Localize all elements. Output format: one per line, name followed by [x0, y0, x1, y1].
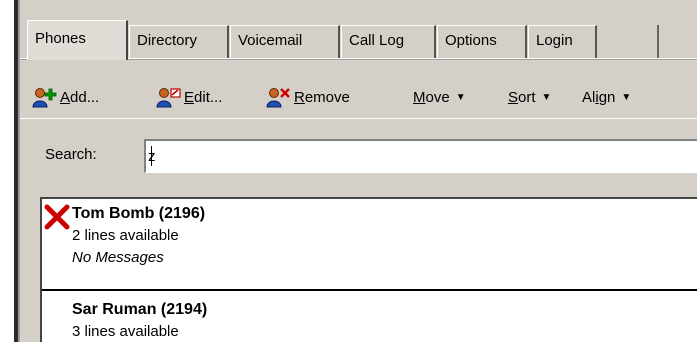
tab-label: Login — [536, 32, 573, 49]
add-label: Add... — [60, 89, 100, 106]
add-button[interactable]: Add... — [32, 87, 99, 109]
search-label: Search: — [45, 146, 97, 163]
chevron-down-icon: ▼ — [541, 92, 552, 103]
text-caret — [151, 146, 152, 166]
chevron-down-icon: ▼ — [455, 92, 466, 103]
unavailable-x-icon — [44, 204, 70, 230]
remove-button[interactable]: Remove — [266, 87, 350, 109]
tab-label: Phones — [35, 30, 86, 47]
chevron-down-icon: ▼ — [621, 92, 632, 103]
edit-label: Edit... — [184, 89, 223, 106]
contact-lines: 2 lines available — [72, 227, 179, 244]
align-menu[interactable]: Align ▼ — [582, 87, 631, 109]
toolbar-divider — [20, 118, 697, 119]
search-input[interactable] — [144, 139, 697, 173]
user-edit-icon — [156, 88, 181, 108]
tab-voicemail[interactable]: Voicemail — [230, 25, 340, 58]
tab-phones[interactable]: Phones — [27, 20, 128, 60]
contact-lines: 3 lines available — [72, 323, 179, 340]
tab-strip-divider — [657, 25, 659, 58]
tab-label: Call Log — [349, 32, 405, 49]
tab-strip: Phones Directory Voicemail Call Log Opti… — [20, 0, 697, 68]
user-remove-icon — [266, 88, 290, 108]
contact-name: Tom Bomb (2196) — [72, 205, 206, 222]
tab-directory[interactable]: Directory — [129, 25, 229, 58]
contact-list[interactable]: Tom Bomb (2196) 2 lines available No Mes… — [40, 197, 697, 342]
user-add-icon — [32, 88, 57, 108]
list-item[interactable]: Sar Ruman (2194) 3 lines available — [42, 291, 697, 351]
contact-messages: No Messages — [72, 249, 164, 266]
sort-label: Sort — [508, 89, 536, 106]
move-label: Move — [413, 89, 450, 106]
left-window-frame — [0, 0, 20, 342]
tab-login[interactable]: Login — [528, 25, 597, 58]
align-label: Align — [582, 89, 616, 106]
tab-label: Voicemail — [238, 32, 303, 49]
remove-label: Remove — [294, 89, 350, 106]
edit-button[interactable]: Edit... — [156, 87, 222, 109]
tab-options[interactable]: Options — [437, 25, 527, 58]
sort-menu[interactable]: Sort ▼ — [508, 87, 551, 109]
main-panel: Phones Directory Voicemail Call Log Opti… — [20, 0, 697, 342]
move-menu[interactable]: Move ▼ — [413, 87, 466, 109]
tab-call-log[interactable]: Call Log — [341, 25, 436, 58]
list-item[interactable]: Tom Bomb (2196) 2 lines available No Mes… — [42, 199, 697, 291]
toolbar: Add... Edit... Remove Move ▼ Sort ▼ Alig… — [20, 62, 697, 118]
contact-name: Sar Ruman (2194) — [72, 301, 208, 318]
tab-label: Directory — [137, 32, 198, 49]
tab-label: Options — [445, 32, 497, 49]
